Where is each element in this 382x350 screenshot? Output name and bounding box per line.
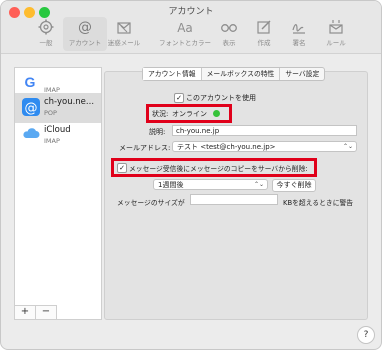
toolbar-junk-label: 迷惑メール bbox=[107, 39, 141, 47]
remove-copy-label: メッセージ受信後にメッセージのコピーをサーバから削除: bbox=[129, 165, 308, 173]
chevron-updown-icon: ⌃⌄ bbox=[253, 181, 264, 188]
settings-tabs: アカウント情報 メールボックスの特性 サーバ設定 bbox=[142, 67, 326, 81]
account-type: POP bbox=[44, 109, 57, 117]
svg-text:@: @ bbox=[78, 20, 92, 36]
email-address-value: テスト <test@ch-you.ne.jp> bbox=[177, 143, 276, 151]
toolbar-rules[interactable]: ルール bbox=[314, 17, 358, 51]
account-name: ch-you.ne... bbox=[44, 97, 95, 107]
message-size-prefix: メッセージのサイズが bbox=[117, 199, 185, 207]
remove-account-button[interactable]: − bbox=[35, 305, 57, 320]
svg-text:@: @ bbox=[25, 101, 38, 116]
compose-icon bbox=[257, 20, 271, 34]
svg-text:G: G bbox=[25, 74, 36, 90]
toolbar-accounts-label: アカウント bbox=[68, 39, 102, 47]
toolbar-general[interactable]: 一般 bbox=[24, 17, 68, 51]
signature-icon bbox=[292, 24, 305, 34]
tab-mailbox-behaviors[interactable]: メールボックスの特性 bbox=[202, 68, 281, 80]
toolbar-rules-label: ルール bbox=[326, 39, 346, 47]
online-status-icon bbox=[213, 110, 220, 117]
status-value: オンライン bbox=[172, 110, 207, 118]
enable-account-label: このアカウントを使用 bbox=[186, 94, 256, 102]
remove-copy-checkbox[interactable]: ✓ bbox=[117, 163, 127, 173]
description-field[interactable]: ch-you.ne.jp bbox=[172, 125, 357, 136]
add-account-button[interactable]: + bbox=[14, 305, 36, 320]
toolbar-fonts-label: フォントとカラー bbox=[159, 39, 211, 47]
window-title: アカウント bbox=[168, 7, 214, 17]
tab-account-info[interactable]: アカウント情報 bbox=[143, 68, 202, 80]
titlebar: アカウント 一般 @ アカウント 迷惑メール Aa フォントとカラー 表示 作成… bbox=[1, 1, 381, 54]
tab-server-settings[interactable]: サーバ設定 bbox=[280, 68, 324, 80]
accounts-window: アカウント 一般 @ アカウント 迷惑メール Aa フォントとカラー 表示 作成… bbox=[0, 0, 382, 350]
gear-icon bbox=[38, 19, 54, 35]
message-size-suffix: KBを超えるときに警告 bbox=[283, 199, 354, 207]
svg-text:Aa: Aa bbox=[177, 21, 193, 35]
at-sign-icon: @ bbox=[22, 98, 40, 116]
toolbar-general-label: 一般 bbox=[39, 39, 53, 47]
toolbar-junk-mail[interactable]: 迷惑メール bbox=[102, 17, 146, 51]
at-sign-icon: @ bbox=[78, 20, 92, 36]
accounts-list: G IMAP @ ch-you.ne... POP iCloud IMAP bbox=[14, 67, 102, 320]
account-item-ch-you[interactable]: @ ch-you.ne... POP bbox=[15, 93, 101, 123]
description-label: 説明: bbox=[149, 128, 166, 136]
help-button[interactable]: ? bbox=[357, 326, 375, 344]
status-label: 状況: bbox=[152, 110, 169, 118]
glasses-icon bbox=[221, 24, 237, 32]
remove-after-value: 1週間後 bbox=[158, 181, 184, 189]
icloud-icon bbox=[23, 128, 40, 138]
toolbar-fonts-colors[interactable]: Aa フォントとカラー bbox=[157, 17, 213, 51]
email-address-label: メールアドレス: bbox=[119, 144, 171, 152]
enable-account-checkbox[interactable]: ✓ bbox=[174, 93, 184, 103]
font-icon: Aa bbox=[177, 21, 193, 35]
message-size-field[interactable] bbox=[190, 194, 278, 205]
account-type: IMAP bbox=[44, 137, 60, 145]
remove-after-select[interactable]: 1週間後 ⌃⌄ bbox=[153, 179, 268, 190]
junk-mail-icon bbox=[117, 22, 131, 34]
rules-icon bbox=[329, 20, 343, 34]
account-name: iCloud bbox=[44, 125, 71, 135]
email-address-select[interactable]: テスト <test@ch-you.ne.jp> ⌃⌄ bbox=[172, 141, 357, 152]
remove-now-button[interactable]: 今すぐ削除 bbox=[272, 179, 316, 192]
toolbar-accounts[interactable]: @ アカウント bbox=[63, 17, 107, 51]
google-icon: G bbox=[25, 74, 36, 90]
account-list-controls: + − bbox=[14, 305, 102, 320]
account-item-icloud[interactable]: iCloud IMAP bbox=[15, 121, 101, 151]
chevron-updown-icon: ⌃⌄ bbox=[342, 143, 353, 150]
